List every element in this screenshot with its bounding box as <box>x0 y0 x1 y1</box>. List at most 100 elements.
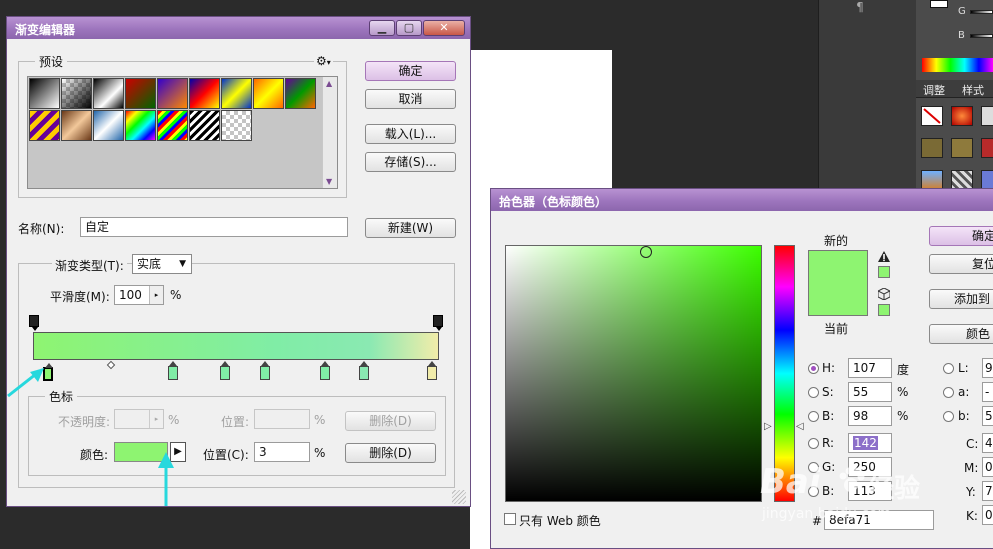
s-radio[interactable] <box>808 387 819 398</box>
preset-swatch[interactable] <box>93 110 124 141</box>
color-picker-titlebar[interactable]: 拾色器（色标颜色） <box>491 189 993 211</box>
saturation-brightness-field[interactable] <box>505 245 762 502</box>
preset-swatch[interactable] <box>93 78 124 109</box>
scroll-up-icon[interactable]: ▲ <box>326 79 332 88</box>
name-field[interactable]: 自定 <box>80 217 348 237</box>
s-field[interactable]: 55 <box>848 382 892 402</box>
gear-icon[interactable]: ⚙▾ <box>314 54 333 68</box>
smoothness-field[interactable]: 100 ▸ <box>114 285 164 305</box>
m-field[interactable]: 0 <box>982 457 993 477</box>
style-swatch-red[interactable] <box>951 106 973 126</box>
new-button[interactable]: 新建(W) <box>365 218 456 238</box>
opacity-field[interactable]: ▸ <box>114 409 164 429</box>
preset-swatch[interactable] <box>285 78 316 109</box>
gradient-type-select[interactable]: 实底 ▼ <box>132 254 192 274</box>
add-to-swatches-button[interactable]: 添加到 <box>929 289 993 309</box>
b-radio[interactable] <box>808 411 819 422</box>
chevron-right-icon[interactable]: ▸ <box>149 410 163 428</box>
color-stop[interactable] <box>260 361 270 380</box>
style-swatch-blue[interactable] <box>981 170 993 190</box>
color-stop[interactable] <box>359 361 369 380</box>
opacity-stop-right[interactable] <box>433 315 443 331</box>
gradient-preview-bar[interactable] <box>33 332 439 360</box>
l-field[interactable]: 9 <box>982 358 993 378</box>
color-spectrum-bar[interactable] <box>922 58 993 72</box>
web-safe-swatch[interactable] <box>878 304 890 316</box>
opacity-location-field[interactable] <box>254 409 310 429</box>
l-radio[interactable] <box>943 363 954 374</box>
picker-ok-button[interactable]: 确定 <box>929 226 993 246</box>
paragraph-icon[interactable]: ¶ <box>849 0 871 14</box>
hue-slider-right-handle[interactable]: ◁ <box>796 421 804 432</box>
lab-b-radio[interactable] <box>943 411 954 422</box>
style-swatch-gray[interactable] <box>981 106 993 126</box>
blue-slider[interactable] <box>970 34 993 38</box>
scroll-down-icon[interactable]: ▼ <box>326 177 332 186</box>
r-field[interactable]: 142 <box>848 433 892 453</box>
preset-swatch[interactable] <box>189 78 220 109</box>
c-field[interactable]: 4 <box>982 433 993 453</box>
style-swatch-sky[interactable] <box>921 170 943 190</box>
y-field[interactable]: 7 <box>982 481 993 501</box>
h-radio[interactable] <box>808 363 819 374</box>
style-swatch-pattern[interactable] <box>951 170 973 190</box>
style-swatch-olive[interactable] <box>921 138 943 158</box>
a-radio[interactable] <box>943 387 954 398</box>
delete-color-stop-button[interactable]: 删除(D) <box>345 443 436 463</box>
preset-swatch[interactable] <box>29 78 60 109</box>
style-none[interactable] <box>921 106 943 126</box>
chevron-right-icon[interactable]: ▸ <box>149 286 163 304</box>
preset-swatch[interactable] <box>125 78 156 109</box>
lab-b-field[interactable]: 5 <box>982 406 993 426</box>
preset-swatch-list[interactable] <box>27 76 338 189</box>
opacity-location-unit: % <box>314 413 326 427</box>
save-button[interactable]: 存储(S)... <box>365 152 456 172</box>
gamut-swatch[interactable] <box>878 266 890 278</box>
web-only-checkbox[interactable] <box>504 513 516 525</box>
color-stop[interactable] <box>220 361 230 380</box>
tab-adjustments[interactable]: 调整 <box>923 82 945 98</box>
current-color-preview[interactable] <box>808 288 868 316</box>
preset-swatch[interactable] <box>61 110 92 141</box>
preset-swatch[interactable] <box>157 110 188 141</box>
color-stop[interactable] <box>427 361 437 380</box>
preset-swatch[interactable] <box>221 110 252 141</box>
color-stop[interactable] <box>168 361 178 380</box>
color-stop[interactable] <box>320 361 330 380</box>
preset-swatch[interactable] <box>189 110 220 141</box>
preset-swatch[interactable] <box>29 110 60 141</box>
opacity-stop-left[interactable] <box>29 315 39 331</box>
k-field[interactable]: 0 <box>982 505 993 525</box>
minimize-button[interactable]: ▁ <box>369 20 395 36</box>
green-slider[interactable] <box>970 10 993 14</box>
opacity-label: 不透明度: <box>58 415 111 429</box>
foreground-swatch[interactable] <box>930 0 948 8</box>
ok-button[interactable]: 确定 <box>365 61 456 81</box>
color-location-field[interactable]: 3 <box>254 442 310 462</box>
tab-styles[interactable]: 样式 <box>962 82 984 98</box>
preset-swatch[interactable] <box>221 78 252 109</box>
close-button[interactable]: ✕ <box>423 20 465 36</box>
picker-reset-button[interactable]: 复位 <box>929 254 993 274</box>
preset-swatch[interactable] <box>157 78 188 109</box>
presets-scrollbar[interactable]: ▲ ▼ <box>322 77 337 188</box>
style-swatch-bronze[interactable] <box>951 138 973 158</box>
preset-swatch[interactable] <box>125 110 156 141</box>
delete-opacity-stop-button[interactable]: 删除(D) <box>345 411 436 431</box>
color-libraries-button[interactable]: 颜色 <box>929 324 993 344</box>
style-swatch-red2[interactable] <box>981 138 993 158</box>
cancel-button[interactable]: 取消 <box>365 89 456 109</box>
a-field[interactable]: - <box>982 382 993 402</box>
preset-swatch[interactable] <box>253 78 284 109</box>
web-safe-cube-icon[interactable] <box>877 287 891 301</box>
out-of-gamut-warning-icon[interactable] <box>878 251 890 263</box>
h-field[interactable]: 107 <box>848 358 892 378</box>
preset-swatch[interactable] <box>61 78 92 109</box>
maximize-button[interactable]: ▢ <box>396 20 422 36</box>
hue-slider-left-handle[interactable]: ▷ <box>764 421 772 432</box>
color-field-marker[interactable] <box>640 246 652 258</box>
b-field[interactable]: 98 <box>848 406 892 426</box>
resize-grip[interactable] <box>452 490 466 504</box>
r-radio[interactable] <box>808 438 819 449</box>
load-button[interactable]: 载入(L)... <box>365 124 456 144</box>
